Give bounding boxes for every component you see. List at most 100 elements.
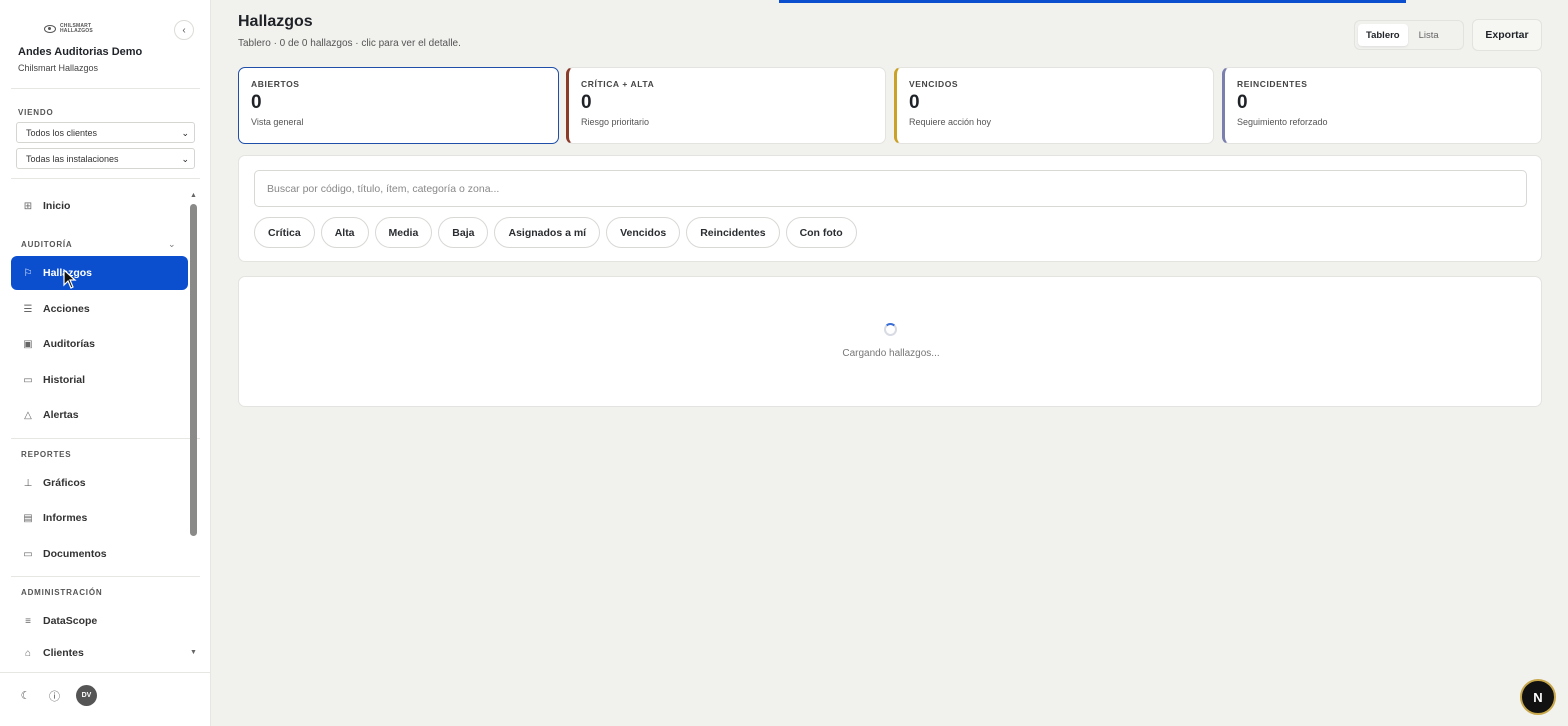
chevron-down-icon: ⌄ [181, 128, 189, 138]
filter-chips: Crítica Alta Media Baja Asignados a mí V… [254, 217, 857, 248]
loading-spinner-icon [884, 323, 897, 336]
sidebar-item-inicio[interactable]: ⊞ Inicio [11, 189, 188, 223]
alert-triangle-icon: △ [24, 409, 32, 421]
sidebar-item-alertas[interactable]: △ Alertas [11, 398, 188, 432]
client-select[interactable]: Todos los clientes ⌄ [16, 122, 195, 143]
folder-icon: ▭ [23, 548, 33, 560]
sidebar-item-label: Historial [43, 374, 86, 386]
dev-tools-badge[interactable]: N [1520, 679, 1556, 715]
stat-subtitle: Vista general [251, 117, 304, 127]
mouse-cursor-icon [63, 269, 77, 289]
divider [11, 576, 200, 577]
stat-value: 0 [909, 92, 920, 113]
moon-icon[interactable]: ☾ [18, 688, 33, 703]
divider [0, 672, 211, 673]
page-subtitle: Tablero · 0 de 0 hallazgos · clic para v… [238, 38, 461, 49]
bar-chart-icon: ⊥ [23, 477, 33, 489]
sidebar: CHILSMART HALLAZGOS ‹ Andes Auditorias D… [0, 0, 211, 726]
top-progress-bar [779, 0, 1406, 3]
results-panel: Cargando hallazgos... [238, 276, 1542, 407]
search-placeholder: Buscar por código, título, ítem, categor… [267, 182, 500, 195]
search-input[interactable]: Buscar por código, título, ítem, categor… [254, 170, 1527, 207]
database-icon: ≡ [25, 615, 31, 627]
stat-value: 0 [1237, 92, 1248, 113]
stat-subtitle: Riesgo prioritario [581, 117, 650, 127]
stat-label: ABIERTOS [251, 79, 300, 89]
sidebar-item-label: Documentos [43, 548, 107, 560]
filter-chip-con-foto[interactable]: Con foto [785, 217, 857, 248]
scroll-up-icon[interactable]: ▲ [189, 192, 198, 200]
divider [11, 178, 200, 179]
loading-text: Cargando hallazgos... [842, 348, 940, 359]
sidebar-item-graficos[interactable]: ⊥ Gráficos [11, 466, 188, 500]
sidebar-scrollbar[interactable]: ▲ ▼ [189, 190, 198, 660]
filter-chip-vencidos[interactable]: Vencidos [606, 217, 681, 248]
sidebar-item-label: Auditorías [43, 338, 95, 350]
view-toggle: Tablero Lista [1354, 20, 1464, 50]
stat-subtitle: Requiere acción hoy [909, 117, 992, 127]
filter-chip-asignados[interactable]: Asignados a mí [494, 217, 601, 248]
stat-label: VENCIDOS [909, 79, 959, 89]
sidebar-item-label: Alertas [43, 409, 79, 421]
view-list-button[interactable]: Lista [1411, 24, 1447, 46]
chevron-down-icon[interactable]: ⌄ [168, 239, 176, 250]
scrollbar-thumb[interactable] [190, 204, 197, 536]
sidebar-item-documentos[interactable]: ▭ Documentos [11, 537, 188, 571]
sidebar-item-historial[interactable]: ▭ Historial [11, 363, 188, 397]
file-text-icon: ▤ [23, 512, 33, 524]
installation-select-value: Todas las instalaciones [26, 153, 119, 164]
clipboard-icon: ▣ [23, 338, 33, 350]
scroll-down-icon[interactable]: ▼ [189, 649, 198, 657]
group-label-administracion: ADMINISTRACIÓN [21, 588, 103, 597]
collapse-sidebar-button[interactable]: ‹ [174, 20, 194, 40]
sidebar-item-label: Acciones [43, 303, 90, 315]
chevron-left-icon: ‹ [182, 24, 186, 36]
sidebar-item-label: Clientes [43, 647, 84, 659]
stat-value: 0 [581, 92, 592, 113]
sidebar-item-label: Inicio [43, 200, 71, 212]
sidebar-item-auditorias[interactable]: ▣ Auditorías [11, 327, 188, 361]
stat-subtitle: Seguimiento reforzado [1237, 117, 1328, 127]
filter-chip-reincidentes[interactable]: Reincidentes [686, 217, 780, 248]
client-select-value: Todos los clientes [26, 127, 98, 138]
sidebar-item-datascope[interactable]: ≡ DataScope [11, 604, 188, 638]
export-button[interactable]: Exportar [1472, 19, 1542, 51]
sidebar-item-label: Informes [43, 512, 88, 524]
chevron-down-icon: ⌄ [181, 154, 189, 164]
org-subtitle: Chilsmart Hallazgos [18, 63, 99, 73]
view-board-button[interactable]: Tablero [1358, 24, 1408, 46]
stat-label: CRÍTICA + ALTA [581, 79, 655, 89]
org-name: Andes Auditorias Demo [18, 46, 143, 58]
grid-icon: ⊞ [23, 200, 33, 212]
sidebar-item-label: DataScope [43, 615, 98, 627]
filter-chip-baja[interactable]: Baja [438, 217, 489, 248]
sidebar-item-acciones[interactable]: ☰ Acciones [11, 292, 188, 326]
stat-value: 0 [251, 92, 262, 113]
filter-chip-media[interactable]: Media [374, 217, 433, 248]
stat-card-vencidos[interactable]: VENCIDOS 0 Requiere acción hoy [894, 67, 1214, 144]
filter-panel: Buscar por código, título, ítem, categor… [238, 155, 1542, 262]
viewing-label: VIENDO [18, 108, 54, 117]
filter-chip-alta[interactable]: Alta [320, 217, 369, 248]
page-title: Hallazgos [238, 13, 313, 30]
divider [11, 438, 200, 439]
eye-logo-icon [44, 25, 56, 33]
filter-chip-critica[interactable]: Crítica [254, 217, 315, 248]
sidebar-item-hallazgos[interactable]: ⚐ Hallazgos [11, 256, 188, 290]
folder-icon: ▭ [23, 374, 33, 386]
brand-line-2: HALLAZGOS [60, 28, 93, 34]
divider [11, 88, 200, 89]
stat-label: REINCIDENTES [1237, 79, 1308, 89]
flag-icon: ⚐ [23, 267, 33, 279]
group-label-reportes: REPORTES [21, 450, 72, 459]
stat-card-critica-alta[interactable]: CRÍTICA + ALTA 0 Riesgo prioritario [566, 67, 886, 144]
installation-select[interactable]: Todas las instalaciones ⌄ [16, 148, 195, 169]
stat-card-abiertos[interactable]: ABIERTOS 0 Vista general [238, 67, 559, 144]
sidebar-footer: ☾ ⓘ DV [18, 685, 97, 706]
sidebar-item-clientes[interactable]: ⌂ Clientes [11, 640, 188, 666]
avatar[interactable]: DV [76, 685, 97, 706]
sidebar-item-label: Gráficos [43, 477, 86, 489]
sidebar-item-informes[interactable]: ▤ Informes [11, 501, 188, 535]
stat-card-reincidentes[interactable]: REINCIDENTES 0 Seguimiento reforzado [1222, 67, 1542, 144]
help-icon[interactable]: ⓘ [47, 688, 62, 703]
